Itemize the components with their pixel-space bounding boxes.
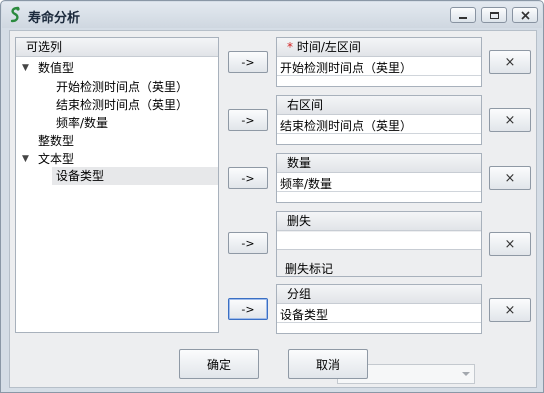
remove-count-button[interactable]: × (489, 166, 531, 190)
remove-right-interval-button[interactable]: × (489, 108, 531, 132)
tree-item-frequency[interactable]: 频率/数量 (56, 114, 216, 132)
maximize-icon (489, 11, 499, 19)
expand-caret-icon[interactable]: ▼ (22, 59, 29, 77)
add-group-button[interactable]: -> (228, 298, 268, 320)
tree-group-label: 文本型 (38, 152, 75, 166)
add-time-left-button[interactable]: -> (228, 51, 268, 73)
tree-item-label: 结束检测时间点（英里） (56, 98, 189, 112)
right-interval-field[interactable]: 右区间 结束检测时间点（英里） (276, 95, 482, 145)
life-analysis-dialog: 寿命分析 可选列 ▼ 数值型 开始检测时间点（英里） 结束检测时间点（英里） 频… (0, 0, 544, 393)
tree-group-label: 整数型 (38, 134, 75, 148)
close-icon (520, 10, 530, 20)
available-columns-header: 可选列 (16, 38, 218, 57)
tree-item-label: 开始检测时间点（英里） (56, 80, 189, 94)
time-left-header: * 时间/左区间 (277, 38, 481, 57)
field-value: 开始检测时间点（英里） (280, 61, 413, 75)
time-left-field[interactable]: * 时间/左区间 开始检测时间点（英里） (276, 37, 482, 87)
available-columns-panel: 可选列 ▼ 数值型 开始检测时间点（英里） 结束检测时间点（英里） 频率/数量 … (15, 37, 219, 333)
censor-field: 删失 删失标记 (276, 211, 482, 384)
tree-item-end-time[interactable]: 结束检测时间点（英里） (56, 96, 216, 114)
minimize-button[interactable] (450, 7, 476, 23)
divider (277, 133, 481, 134)
field-label: 时间/左区间 (296, 40, 361, 54)
remove-time-left-button[interactable]: × (489, 50, 531, 74)
add-right-interval-button[interactable]: -> (228, 109, 268, 131)
remove-group-button[interactable]: × (489, 298, 531, 322)
close-window-button[interactable] (512, 7, 538, 23)
tree-item-start-time[interactable]: 开始检测时间点（英里） (56, 78, 216, 96)
tree-group-label: 数值型 (38, 61, 75, 75)
ok-button[interactable]: 确定 (179, 349, 259, 379)
tree-group-text[interactable]: ▼ 文本型 (22, 150, 218, 168)
title-bar[interactable]: 寿命分析 (2, 2, 542, 28)
required-mark: * (287, 40, 293, 54)
count-field[interactable]: 数量 频率/数量 (276, 153, 482, 203)
field-value: 结束检测时间点（英里） (280, 119, 413, 133)
tree-group-integer[interactable]: 整数型 (38, 132, 218, 150)
censor-header: 删失 (277, 212, 481, 231)
field-value: 设备类型 (280, 308, 329, 322)
divider (277, 75, 481, 76)
group-header: 分组 (277, 285, 481, 304)
maximize-button[interactable] (481, 7, 507, 23)
tree-item-label: 频率/数量 (56, 116, 109, 130)
group-field[interactable]: 分组 设备类型 (276, 284, 482, 334)
expand-caret-icon[interactable]: ▼ (22, 150, 29, 168)
add-censor-button[interactable]: -> (228, 232, 268, 254)
window-title: 寿命分析 (28, 11, 81, 26)
count-header: 数量 (277, 154, 481, 173)
remove-censor-button[interactable]: × (489, 232, 531, 256)
tree-item-device-type[interactable]: 设备类型 (52, 167, 218, 185)
tree-group-numeric[interactable]: ▼ 数值型 (22, 59, 218, 77)
censor-column-input[interactable] (277, 232, 481, 250)
life-analysis-app-icon (10, 6, 20, 23)
divider (277, 191, 481, 192)
cancel-button[interactable]: 取消 (288, 349, 368, 379)
divider (277, 322, 481, 323)
tree-item-label: 设备类型 (56, 169, 105, 183)
right-interval-header: 右区间 (277, 96, 481, 115)
field-value: 频率/数量 (280, 177, 333, 191)
chevron-down-icon (462, 372, 470, 376)
censor-mark-label: 删失标记 (285, 262, 334, 276)
add-count-button[interactable]: -> (228, 167, 268, 189)
minimize-icon (459, 16, 467, 19)
